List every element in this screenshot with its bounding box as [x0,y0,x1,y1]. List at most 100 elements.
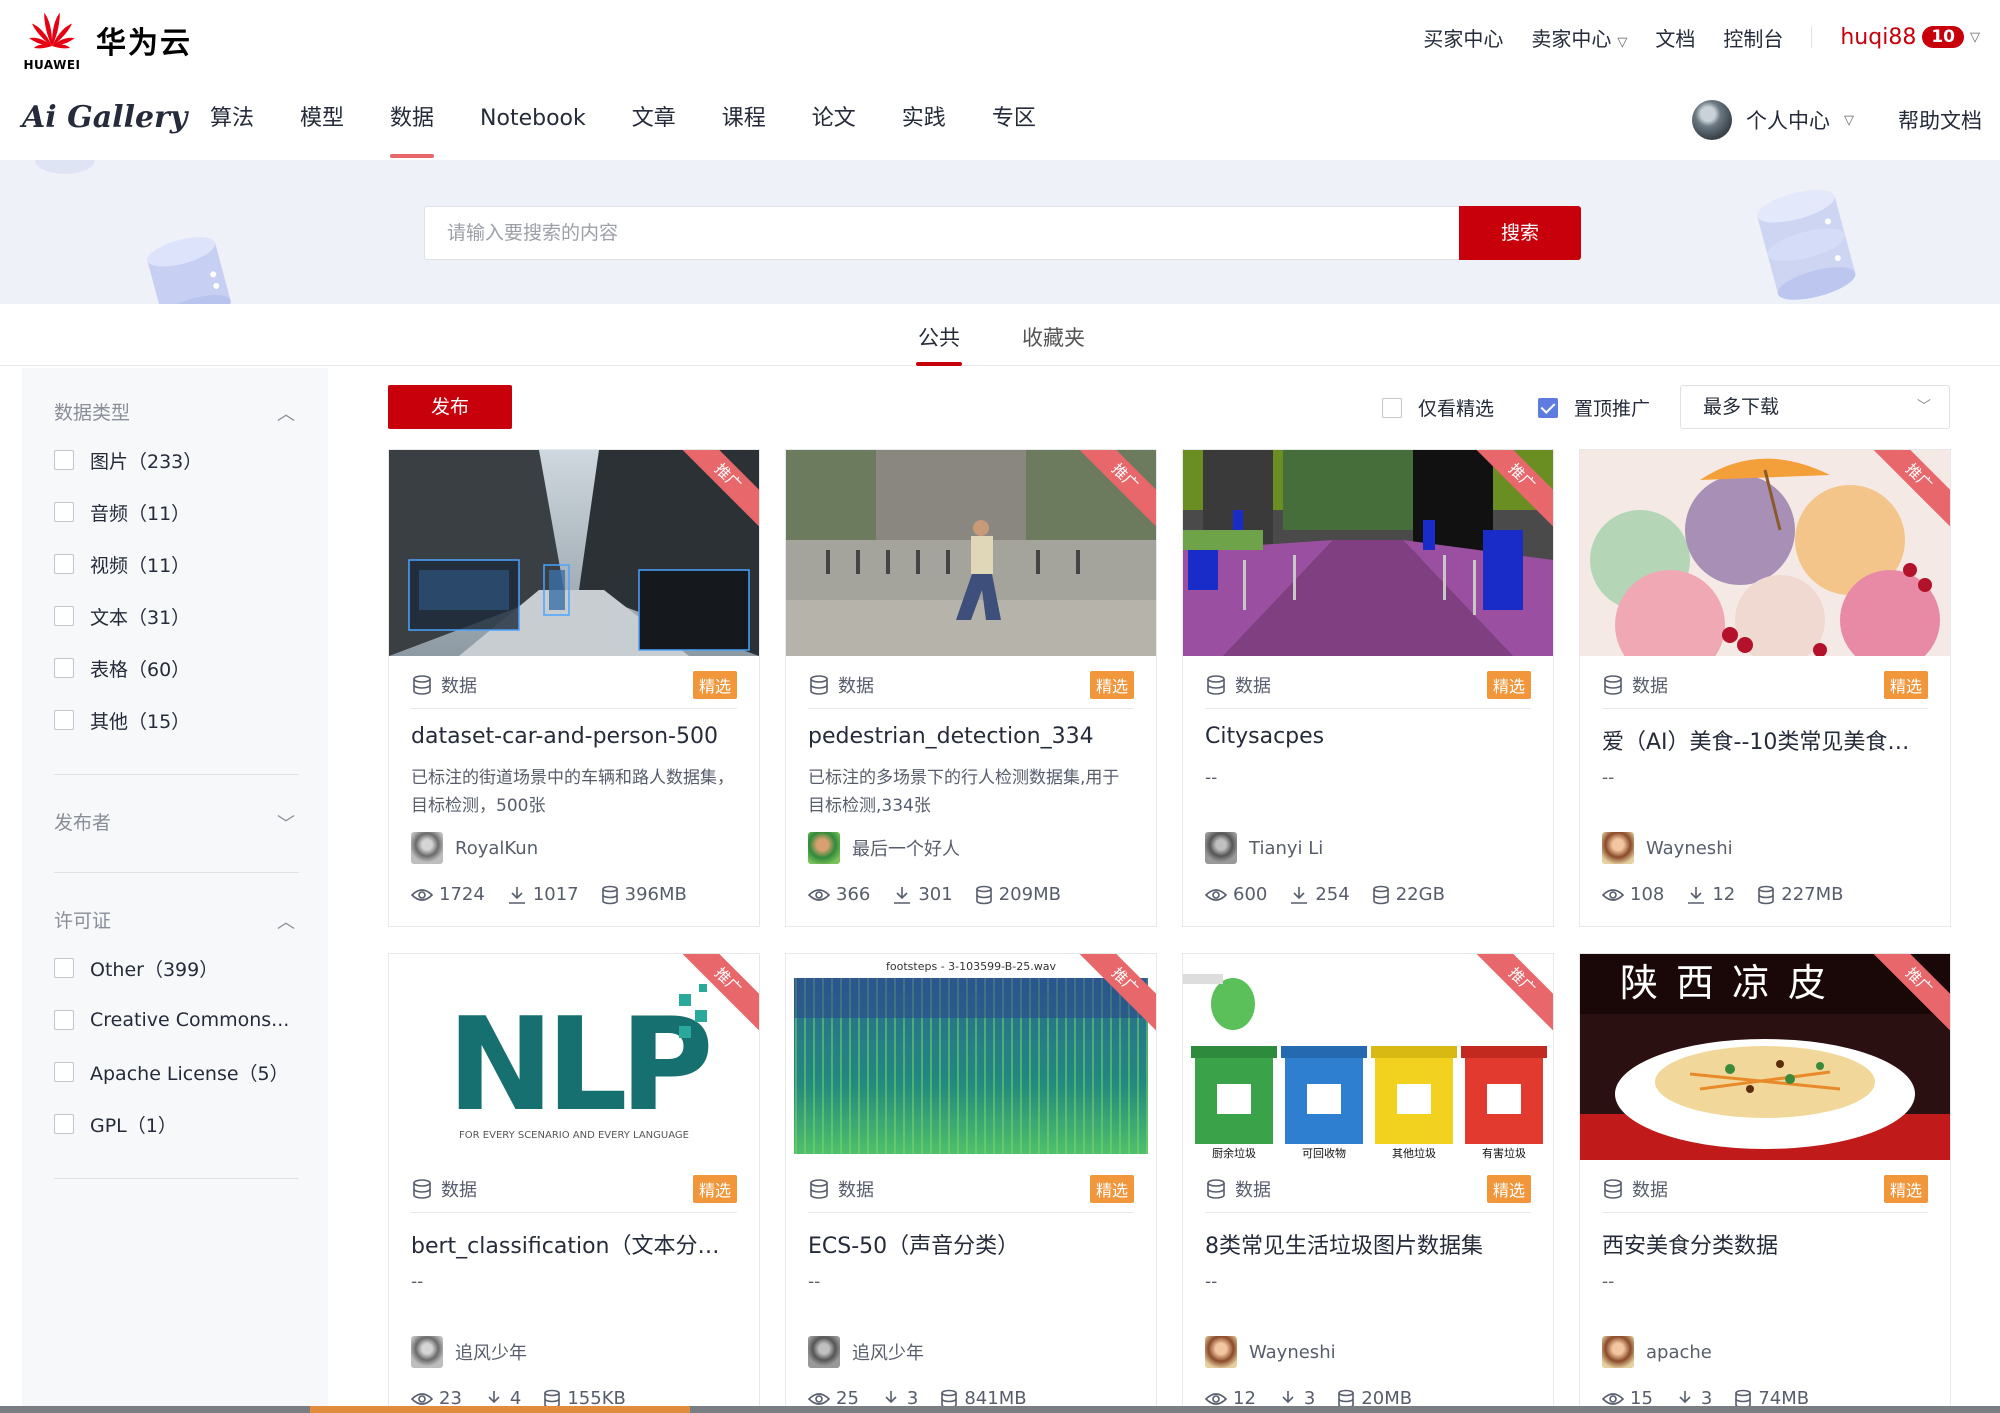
dataset-card[interactable]: 推广 数据 精选 爱（AI）美食--10类常见美食图... -- Waynesh… [1579,449,1951,927]
dataset-thumbnail[interactable]: NLP FOR EVERY SCENARIO AND EVERY LANGUAG… [389,954,759,1160]
author[interactable]: RoyalKun [411,832,538,864]
license-header[interactable]: 许可证 ︿ [54,906,299,936]
pinned-promo-filter[interactable]: 置顶推广 [1538,394,1650,421]
seller-center-link[interactable]: 卖家中心 ▽ [1531,23,1627,52]
dataset-card[interactable]: 陕西凉皮 推广 数据 精选 西安美食分类数据 -- apache 15 3 74… [1579,953,1951,1413]
dataset-title[interactable]: 8类常见生活垃圾图片数据集 [1205,1228,1531,1260]
dataset-card[interactable]: 厨余垃圾 可回收物 其他垃圾 有害垃圾 推广 数据 精选 8类常见生活垃圾图片数据集 … [1182,953,1554,1413]
buyer-center-link[interactable]: 买家中心 [1423,23,1503,52]
personal-center-link[interactable]: 个人中心 [1746,105,1830,135]
database-icon [810,1179,828,1199]
filter-checkbox[interactable] [54,958,74,978]
nav-item-8[interactable]: 专区 [992,78,1036,160]
publish-button[interactable]: 发布 [388,385,512,429]
dataset-thumbnail[interactable]: 推广 [1183,450,1553,656]
storage-icon [975,885,992,904]
dataset-thumbnail[interactable]: 推广 [1580,450,1950,656]
filter-option[interactable]: Other（399） [54,942,299,994]
huawei-logo[interactable]: HUAWEI [20,8,84,72]
dataset-description: -- [808,1272,821,1292]
author[interactable]: 追风少年 [411,1336,527,1368]
sort-select[interactable]: 最多下载 ﹀ [1680,385,1950,429]
size-value: 209MB [998,884,1061,905]
filter-option[interactable]: Apache License（5） [54,1046,299,1098]
filter-checkbox[interactable] [54,710,74,730]
filter-option[interactable]: 视频（11） [54,538,299,590]
tab-public[interactable]: 公共 [916,322,962,366]
dataset-title[interactable]: ECS-50（声音分类） [808,1228,1134,1260]
tab-favorites[interactable]: 收藏夹 [1022,322,1085,352]
dataset-thumbnail[interactable]: 推广 [786,450,1156,656]
docs-link[interactable]: 文档 [1655,23,1695,52]
filter-option[interactable]: 其他（15） [54,694,299,746]
dataset-card[interactable]: NLP FOR EVERY SCENARIO AND EVERY LANGUAG… [388,953,760,1413]
help-docs-link[interactable]: 帮助文档 [1898,105,1982,135]
nav-item-6[interactable]: 论文 [812,78,856,160]
filter-option[interactable]: Creative Commons... [54,994,299,1046]
scrollbar-thumb[interactable] [310,1406,690,1413]
filter-checkbox[interactable] [54,554,74,574]
filter-option[interactable]: 文本（31） [54,590,299,642]
search-button[interactable]: 搜索 [1459,206,1581,260]
dataset-title[interactable]: bert_classification（文本分类） [411,1228,737,1260]
nav-item-5[interactable]: 课程 [722,78,766,160]
dataset-title[interactable]: dataset-car-and-person-500 [411,724,737,749]
dataset-thumbnail[interactable]: 厨余垃圾 可回收物 其他垃圾 有害垃圾 推广 [1183,954,1553,1160]
nav-item-7[interactable]: 实践 [902,78,946,160]
search-banner: 搜索 [0,160,2000,304]
dataset-thumbnail[interactable]: 推广 [389,450,759,656]
ai-gallery-logo[interactable]: Ai Gallery [22,100,187,135]
filter-checkbox[interactable] [54,502,74,522]
author[interactable]: apache [1602,1336,1712,1368]
filter-option[interactable]: 图片（233） [54,434,299,486]
search-input[interactable] [425,207,1460,259]
filter-checkbox[interactable] [54,450,74,470]
only-featured-checkbox[interactable] [1382,397,1402,418]
only-featured-filter[interactable]: 仅看精选 [1382,394,1494,421]
dataset-card[interactable]: 推广 数据 精选 Citysacpes -- Tianyi Li 600 254… [1182,449,1554,927]
filter-checkbox[interactable] [54,1010,74,1030]
author[interactable]: Tianyi Li [1205,832,1323,864]
scrollbar[interactable] [0,1406,2000,1413]
dataset-description: 已标注的街道场景中的车辆和路人数据集，目标检测，500张 [411,768,734,816]
downloads-count: 12 [1712,884,1736,905]
filter-option[interactable]: GPL（1） [54,1098,299,1150]
author[interactable]: 最后一个好人 [808,832,960,864]
console-link[interactable]: 控制台 [1723,23,1783,52]
chevron-down-icon: ▽ [1970,29,1980,45]
author[interactable]: 追风少年 [808,1336,924,1368]
nav-item-1[interactable]: 模型 [300,78,344,160]
nav-item-2[interactable]: 数据 [390,78,435,160]
dataset-thumbnail[interactable]: footsteps - 3-103599-B-25.wav 推广 [786,954,1156,1160]
dataset-title[interactable]: Citysacpes [1205,724,1531,749]
filter-license: 许可证 ︿ Other（399） Creative Commons... Apach… [54,906,299,1150]
author[interactable]: Wayneshi [1602,832,1733,864]
dataset-card[interactable]: 推广 数据 精选 pedestrian_detection_334 已标注的多场… [785,449,1157,927]
svg-text:FOR EVERY SCENARIO AND EVERY L: FOR EVERY SCENARIO AND EVERY LANGUAGE [459,1130,689,1141]
nav-item-3[interactable]: Notebook [480,78,586,160]
data-type-header[interactable]: 数据类型 ︿ [54,398,299,428]
nav-item-4[interactable]: 文章 [632,78,676,160]
nav-items: 算法 模型 数据 Notebook 文章 课程 论文 实践 专区 [210,78,1082,160]
pinned-promo-checkbox[interactable] [1538,397,1558,418]
brand-name[interactable]: 华为云 [96,18,192,62]
dataset-title[interactable]: pedestrian_detection_334 [808,724,1134,749]
dataset-card[interactable]: footsteps - 3-103599-B-25.wav 推广 数据 精选 E… [785,953,1157,1413]
dataset-title[interactable]: 西安美食分类数据 [1602,1228,1928,1260]
filter-checkbox[interactable] [54,1062,74,1082]
filter-checkbox[interactable] [54,658,74,678]
author[interactable]: Wayneshi [1205,1336,1336,1368]
filter-checkbox[interactable] [54,1114,74,1134]
filter-checkbox[interactable] [54,606,74,626]
publisher-header[interactable]: 发布者 ﹀ [54,808,299,838]
user-menu[interactable]: huqi88 10 ▽ [1840,25,1980,50]
username: huqi88 [1840,24,1917,50]
avatar[interactable] [1692,100,1732,140]
filter-option[interactable]: 音频（11） [54,486,299,538]
dataset-thumbnail[interactable]: 陕西凉皮 推广 [1580,954,1950,1160]
dataset-title[interactable]: 爱（AI）美食--10类常见美食图... [1602,724,1928,756]
filter-option[interactable]: 表格（60） [54,642,299,694]
nav-item-0[interactable]: 算法 [210,78,254,160]
filter-publisher: 发布者 ﹀ [54,808,299,838]
dataset-card[interactable]: 推广 数据 精选 dataset-car-and-person-500 已标注的… [388,449,760,927]
